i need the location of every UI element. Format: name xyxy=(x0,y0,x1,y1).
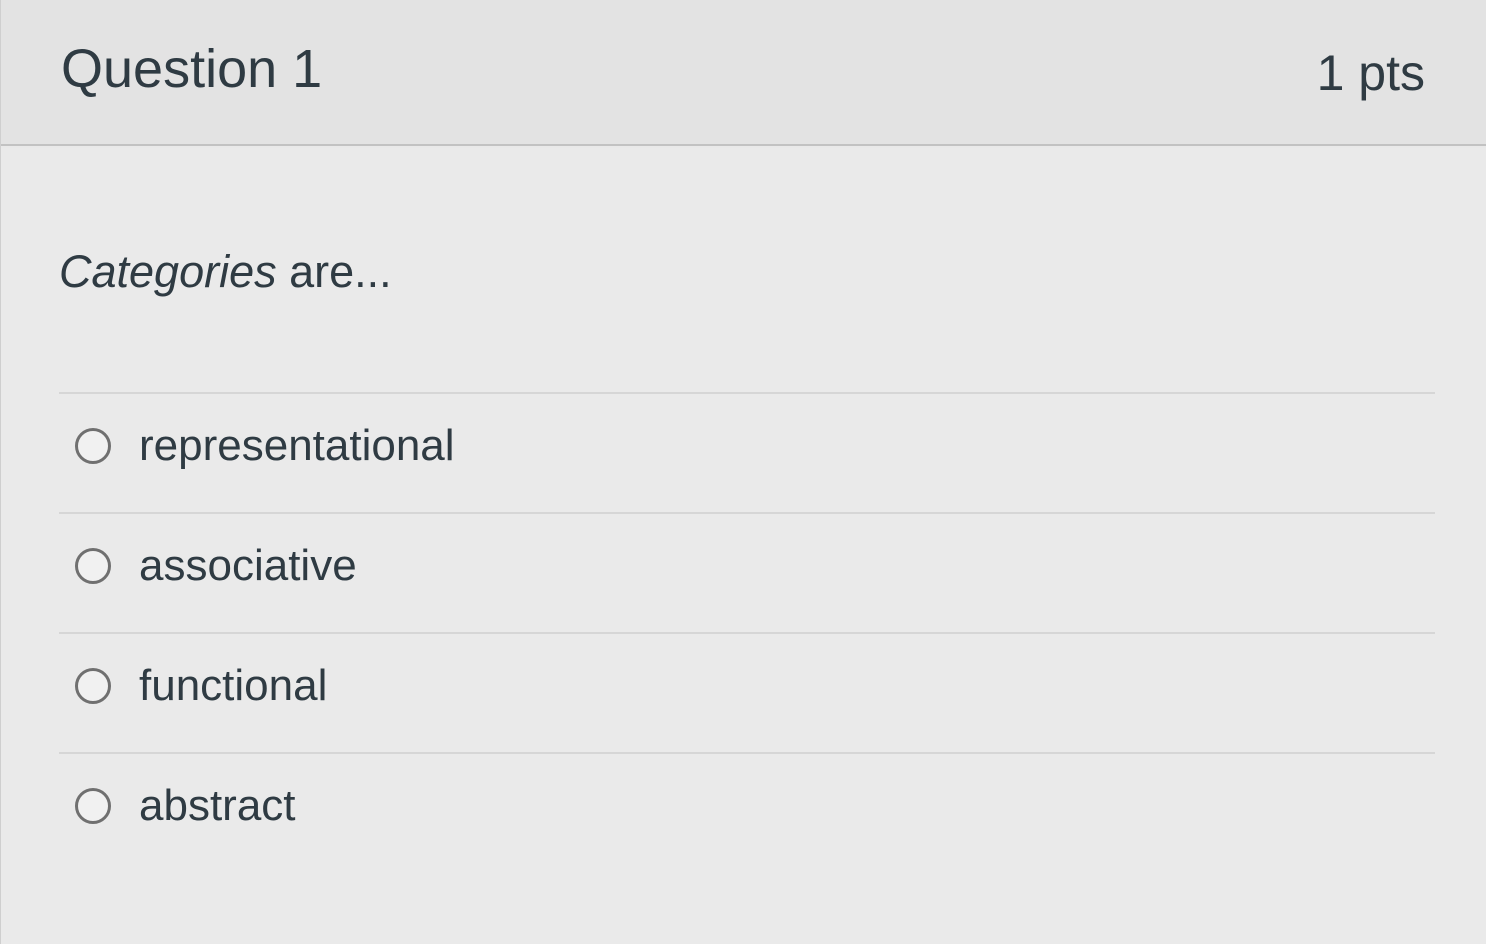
question-body: Categories are... representational assoc… xyxy=(1,148,1486,944)
answer-option-abstract[interactable]: abstract xyxy=(59,752,1435,872)
radio-button-unchecked-icon[interactable] xyxy=(75,788,111,824)
question-prompt-emphasis: Categories xyxy=(59,246,277,297)
answer-label[interactable]: functional xyxy=(139,658,327,714)
radio-button-unchecked-icon[interactable] xyxy=(75,548,111,584)
answer-label[interactable]: abstract xyxy=(139,778,296,834)
question-title: Question 1 xyxy=(61,39,323,99)
answer-option-associative[interactable]: associative xyxy=(59,512,1435,632)
question-header: Question 1 1 pts xyxy=(1,0,1486,146)
answer-list: representational associative functional … xyxy=(59,392,1435,872)
answer-option-functional[interactable]: functional xyxy=(59,632,1435,752)
question-points: 1 pts xyxy=(1316,45,1425,101)
quiz-question-card: Question 1 1 pts Categories are... repre… xyxy=(0,0,1486,944)
answer-option-representational[interactable]: representational xyxy=(59,392,1435,512)
question-prompt: Categories are... xyxy=(59,242,392,302)
question-prompt-text: are... xyxy=(276,246,392,297)
answer-label[interactable]: associative xyxy=(139,538,357,594)
radio-button-unchecked-icon[interactable] xyxy=(75,668,111,704)
radio-button-unchecked-icon[interactable] xyxy=(75,428,111,464)
answer-label[interactable]: representational xyxy=(139,418,455,474)
